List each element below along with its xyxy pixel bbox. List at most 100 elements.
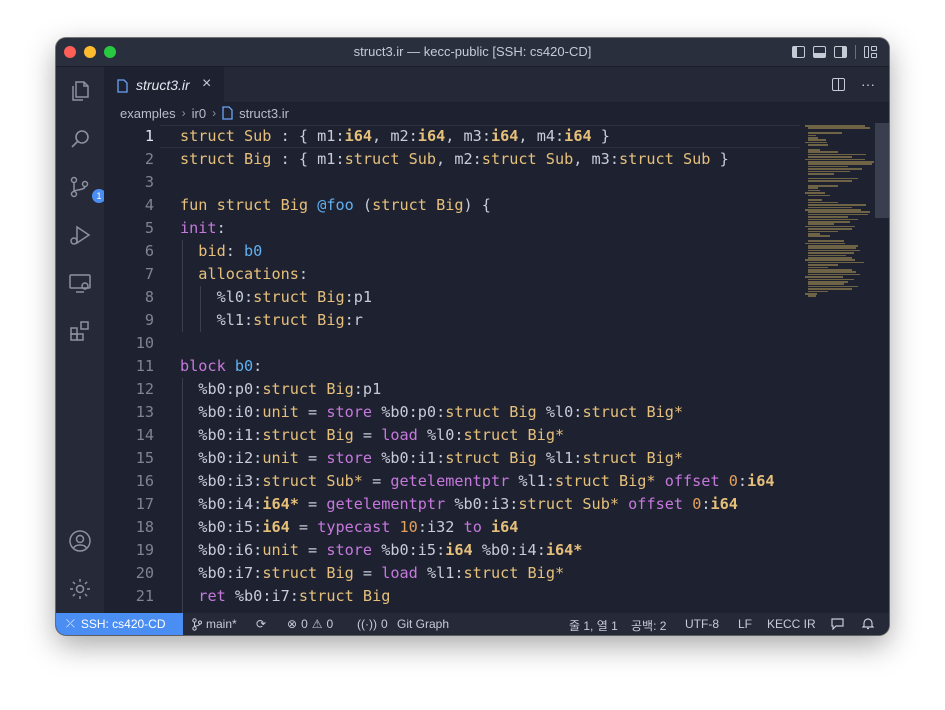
minimap-line bbox=[805, 225, 855, 228]
broadcast-icon: ((·)) bbox=[357, 617, 377, 631]
code-line[interactable]: 18 %b0:i5:i64 = typecast 10:i32 to i64 bbox=[104, 516, 804, 539]
minimap-line bbox=[805, 158, 865, 161]
breadcrumb-folder-ir0[interactable]: ir0 bbox=[192, 106, 206, 121]
code-line[interactable]: 9 %l1:struct Big:r bbox=[104, 309, 804, 332]
code-line[interactable]: 4 fun struct Big @foo (struct Big) { bbox=[104, 194, 804, 217]
extensions-icon[interactable] bbox=[68, 319, 92, 343]
code-line[interactable]: 3 bbox=[104, 171, 804, 194]
code-text: ret %b0:i7:struct Big bbox=[198, 587, 391, 605]
code-line[interactable]: 15 %b0:i2:unit = store %b0:i1:struct Big… bbox=[104, 447, 804, 470]
explorer-icon[interactable] bbox=[68, 79, 92, 103]
line-number: 14 bbox=[135, 426, 154, 444]
minimap-line bbox=[805, 192, 825, 194]
minimap-line bbox=[805, 209, 861, 211]
minimap-line bbox=[808, 271, 856, 273]
cursor-position[interactable]: 줄 1, 열 1 bbox=[569, 617, 618, 634]
code-line[interactable]: 10 bbox=[104, 332, 804, 355]
title-bar: struct3.ir — kecc-public [SSH: cs420-CD] bbox=[56, 38, 889, 67]
split-editor-icon[interactable] bbox=[832, 78, 845, 91]
encoding-indicator[interactable]: UTF-8 bbox=[685, 617, 719, 631]
eol-indicator[interactable]: LF bbox=[738, 617, 752, 631]
toggle-panel-icon[interactable] bbox=[813, 46, 826, 58]
problems-indicator[interactable]: ⊗ 0 ⚠ 0 bbox=[287, 617, 333, 631]
notifications-bell-icon[interactable] bbox=[862, 617, 874, 630]
tab-struct3-ir[interactable]: struct3.ir × bbox=[104, 67, 224, 103]
minimap-line bbox=[808, 213, 868, 216]
minimap-line bbox=[808, 285, 858, 288]
code-line[interactable]: 11 block b0: bbox=[104, 355, 804, 378]
minimap-line bbox=[808, 206, 852, 209]
minimap-line bbox=[808, 161, 874, 163]
code-line[interactable]: 5 init: bbox=[104, 217, 804, 240]
code-line[interactable]: 16 %b0:i3:struct Sub* = getelementptr %l… bbox=[104, 470, 804, 493]
code-text: %b0:i6:unit = store %b0:i5:i64 %b0:i4:i6… bbox=[198, 541, 583, 559]
line-number: 4 bbox=[144, 196, 154, 214]
minimap-line bbox=[805, 276, 843, 278]
line-number: 6 bbox=[144, 242, 154, 260]
code-line[interactable]: 1 struct Sub : { m1:i64, m2:i64, m3:i64, … bbox=[104, 125, 804, 148]
minimap-line bbox=[808, 194, 830, 197]
accounts-icon[interactable] bbox=[68, 529, 92, 553]
more-actions-icon[interactable]: ··· bbox=[861, 76, 875, 92]
minimap-line bbox=[808, 127, 870, 129]
code-line[interactable]: 14 %b0:i1:struct Big = load %l0:struct B… bbox=[104, 424, 804, 447]
remote-explorer-icon[interactable] bbox=[68, 271, 92, 295]
code-line[interactable]: 8 %l0:struct Big:p1 bbox=[104, 286, 804, 309]
toggle-secondary-sidebar-icon[interactable] bbox=[834, 46, 847, 58]
code-text: %b0:i7:struct Big = load %l1:struct Big* bbox=[198, 564, 565, 582]
code-line[interactable]: 7 allocations: bbox=[104, 263, 804, 286]
editor-scrollbar[interactable] bbox=[875, 123, 889, 218]
window-title: struct3.ir — kecc-public [SSH: cs420-CD] bbox=[353, 44, 592, 59]
line-number: 11 bbox=[135, 357, 154, 375]
breadcrumb-file[interactable]: struct3.ir bbox=[239, 106, 289, 121]
customize-layout-icon[interactable] bbox=[864, 46, 877, 58]
search-icon[interactable] bbox=[68, 127, 92, 151]
indentation-indicator[interactable]: 공백: 2 bbox=[631, 617, 666, 634]
tab-label: struct3.ir bbox=[136, 77, 190, 93]
minimap-line bbox=[808, 177, 858, 180]
minimap[interactable] bbox=[805, 123, 875, 303]
minimap-line bbox=[808, 281, 848, 283]
code-line[interactable]: 17 %b0:i4:i64* = getelementptr %b0:i3:st… bbox=[104, 493, 804, 516]
minimap-line bbox=[808, 254, 846, 257]
sync-icon[interactable]: ⟳ bbox=[256, 617, 266, 631]
tab-close-icon[interactable]: × bbox=[202, 75, 211, 93]
file-icon bbox=[222, 106, 233, 120]
ports-indicator[interactable]: ((·)) 0 bbox=[357, 617, 388, 631]
source-control-icon[interactable]: 1 bbox=[68, 175, 106, 203]
code-line[interactable]: 20 %b0:i7:struct Big = load %l1:struct B… bbox=[104, 562, 804, 585]
minimap-line bbox=[808, 269, 852, 271]
code-line[interactable]: 2 struct Big : { m1:struct Sub, m2:struct… bbox=[104, 148, 804, 171]
git-graph-button[interactable]: Git Graph bbox=[397, 617, 449, 631]
remote-icon: ⤫ bbox=[66, 617, 75, 630]
minimap-line bbox=[808, 235, 830, 237]
feedback-icon[interactable] bbox=[831, 617, 844, 630]
code-line[interactable]: 21 ret %b0:i7:struct Big bbox=[104, 585, 804, 608]
branch-indicator[interactable]: main* bbox=[192, 617, 237, 631]
line-number: 18 bbox=[135, 518, 154, 536]
minimap-line bbox=[808, 163, 872, 165]
code-line[interactable]: 6 bid: b0 bbox=[104, 240, 804, 263]
line-number: 2 bbox=[144, 150, 154, 168]
run-debug-icon[interactable] bbox=[68, 223, 92, 247]
code-line[interactable]: 12 %b0:p0:struct Big:p1 bbox=[104, 378, 804, 401]
remote-indicator[interactable]: ⤫ SSH: cs420-CD bbox=[56, 613, 183, 635]
minimap-line bbox=[805, 259, 855, 261]
minimap-line bbox=[808, 139, 826, 141]
breadcrumb-folder-examples[interactable]: examples bbox=[120, 106, 176, 121]
language-mode[interactable]: KECC IR bbox=[767, 617, 816, 631]
settings-gear-icon[interactable] bbox=[68, 577, 92, 601]
toggle-primary-sidebar-icon[interactable] bbox=[792, 46, 805, 58]
code-line[interactable]: 13 %b0:i0:unit = store %b0:p0:struct Big… bbox=[104, 401, 804, 424]
minimap-line bbox=[808, 283, 844, 285]
minimap-line bbox=[808, 168, 862, 170]
minimap-line bbox=[808, 264, 838, 266]
line-number: 8 bbox=[144, 288, 154, 306]
code-text: %b0:i5:i64 = typecast 10:i32 to i64 bbox=[198, 518, 519, 536]
line-number: 12 bbox=[135, 380, 154, 398]
code-editor[interactable]: 1 struct Sub : { m1:i64, m2:i64, m3:i64, … bbox=[104, 123, 889, 613]
minimap-line bbox=[808, 204, 866, 206]
minimap-line bbox=[808, 266, 828, 269]
code-text: %b0:i4:i64* = getelementptr %b0:i3:struc… bbox=[198, 495, 738, 513]
code-line[interactable]: 19 %b0:i6:unit = store %b0:i5:i64 %b0:i4… bbox=[104, 539, 804, 562]
